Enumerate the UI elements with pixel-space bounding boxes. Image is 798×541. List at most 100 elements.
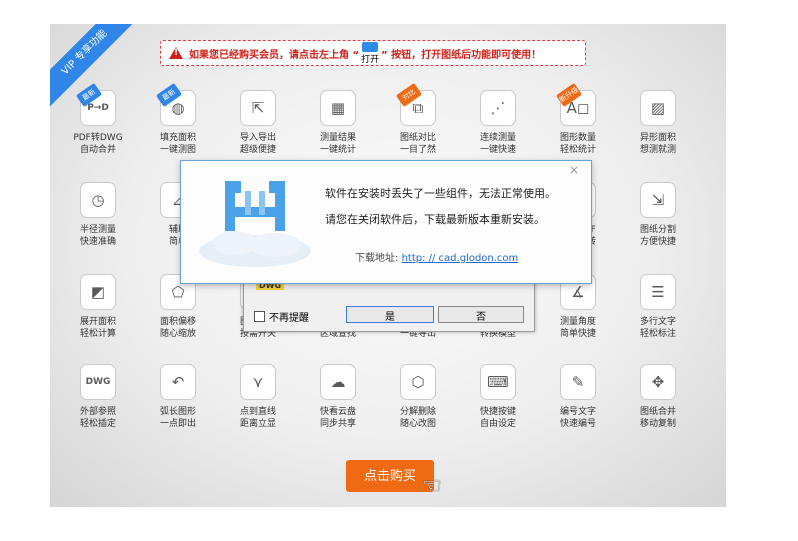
yes-button[interactable]: 是 — [346, 306, 434, 323]
feature-label-line2: 方便快捷 — [639, 237, 676, 247]
feature-label-line2: 随心缩放 — [159, 329, 196, 339]
explode-delete-icon[interactable]: ⬡ — [400, 364, 436, 400]
feature-label: 展开面积 轻松计算 — [58, 316, 138, 340]
feature-fill-area[interactable]: ◍ 最新 填充面积 一键测图 — [138, 82, 218, 156]
feature-label-line1: 异形面积 — [639, 133, 676, 143]
feature-measure-result[interactable]: ▦ 测量结果 一键统计 — [298, 90, 378, 156]
feature-irregular-area[interactable]: ▨ 异形面积 想测就测 — [618, 90, 698, 156]
no-button[interactable]: 否 — [438, 306, 524, 323]
fill-area-icon[interactable]: ◍ 最新 — [155, 82, 196, 126]
feature-label-line1: 快捷按键 — [479, 407, 516, 417]
notice-text-before: 如果您已经购买会员，请点击左上角 “ — [189, 49, 360, 61]
feature-label-line1: PDF转DWG — [73, 133, 123, 143]
continuous-measure-icon[interactable]: ⋰ — [480, 90, 516, 126]
feature-label: 测量角度 简单快捷 — [538, 316, 618, 340]
feature-label: 编号文字 快速编号 — [538, 406, 618, 430]
feature-shortcut-key[interactable]: ⌨ 快捷按键自由设定 — [458, 364, 538, 430]
feature-label-line2: 快速准确 — [79, 237, 116, 247]
feature-label-line2: 一目了然 — [399, 145, 436, 155]
feature-label-line1: 展开面积 — [79, 317, 116, 327]
irregular-area-icon[interactable]: ▨ — [640, 90, 676, 126]
feature-label: 快看云盘 同步共享 — [298, 406, 378, 430]
feature-label-line2: 一键测图 — [159, 145, 196, 155]
feature-cloud-view[interactable]: ☁ 快看云盘 同步共享 — [298, 364, 378, 430]
feature-label-line1: 多行文字 — [639, 317, 676, 327]
feature-label: PDF转DWG 自动合并 — [58, 132, 138, 156]
feature-shape-count[interactable]: A◻ 新升级图形数量 轻松统计 — [538, 82, 618, 156]
feature-label-line1: 分解删除 — [399, 407, 436, 417]
buy-button[interactable]: 点击购买 — [346, 460, 434, 492]
icon-glyph: ☁ — [330, 373, 346, 391]
merge-drawing-icon[interactable]: ✥ — [640, 364, 676, 400]
icon-glyph: ☰ — [651, 283, 665, 301]
download-link[interactable]: http: // cad.glodon.com — [402, 253, 519, 264]
radius-measure-icon[interactable]: ◷ — [80, 182, 116, 218]
icon-glyph: ↶ — [171, 373, 185, 391]
feature-pdf-to-dwg[interactable]: P→D 最新 PDF转DWG 自动合并 — [58, 82, 138, 156]
feature-split-drawing[interactable]: ⇲ 图纸分割 方便快捷 — [618, 182, 698, 248]
import-export-icon[interactable]: ⇱ — [240, 90, 276, 126]
split-drawing-icon[interactable]: ⇲ — [640, 182, 676, 218]
feature-unfold-area[interactable]: ◩ 展开面积 轻松计算 — [58, 274, 138, 340]
shortcut-key-icon[interactable]: ⌨ — [480, 364, 516, 400]
feature-label-line1: 图纸对比 — [399, 133, 436, 143]
warning-icon — [169, 47, 183, 59]
feature-number-text[interactable]: ✎ 编号文字 快速编号 — [538, 364, 618, 430]
external-ref-icon[interactable]: DWG — [80, 364, 116, 400]
checkbox-box[interactable] — [254, 311, 265, 322]
feature-explode-delete[interactable]: ⬡ 分解删除随心改图 — [378, 364, 458, 430]
feature-import-export[interactable]: ⇱ 导入导出 超级便捷 — [218, 90, 298, 156]
feature-label-line1: 图形数量 — [559, 133, 596, 143]
pdf-to-dwg-icon[interactable]: P→D 最新 — [75, 82, 116, 126]
unfold-area-icon[interactable]: ◩ — [80, 274, 116, 310]
drawing-compare-icon[interactable]: ⧉ 对比 — [395, 82, 436, 126]
feature-label-line2: 轻松插定 — [79, 419, 116, 429]
feature-label-line2: 随心改图 — [399, 419, 436, 429]
feature-label-line2: 自动合并 — [79, 145, 116, 155]
point-to-line-icon[interactable]: ⋎ — [240, 364, 276, 400]
feature-external-ref[interactable]: DWG 外部参照 轻松插定 — [58, 364, 138, 430]
arc-shape-icon[interactable]: ↶ — [160, 364, 196, 400]
feature-merge-drawing[interactable]: ✥ 图纸合并 移动复制 — [618, 364, 698, 430]
cloud-view-icon[interactable]: ☁ — [320, 364, 356, 400]
close-icon[interactable]: × — [569, 163, 579, 177]
glodon-logo-icon — [199, 181, 311, 267]
hand-cursor-icon: ☜ — [422, 474, 442, 499]
feature-label-line2: 自由设定 — [479, 419, 516, 429]
feature-label: 外部参照 轻松插定 — [58, 406, 138, 430]
feature-label-line2: 轻松标注 — [639, 329, 676, 339]
dont-remind-checkbox[interactable]: 不再提醒 — [254, 309, 309, 324]
feature-label-line2: 一键快速 — [479, 145, 516, 155]
feature-label: 弧长图形 一点即出 — [138, 406, 218, 430]
feature-label-line1: 连续测量 — [479, 133, 516, 143]
feature-multiline-text[interactable]: ☰ 多行文字轻松标注 — [618, 274, 698, 340]
feature-label: 快捷按键 自由设定 — [458, 406, 538, 430]
feature-radius-measure[interactable]: ◷ 半径测量 快速准确 — [58, 182, 138, 248]
download-row: 下载地址: http: // cad.glodon.com — [355, 249, 518, 264]
multiline-text-icon[interactable]: ☰ — [640, 274, 676, 310]
measure-result-icon[interactable]: ▦ — [320, 90, 356, 126]
feature-continuous-measure[interactable]: ⋰ 连续测量一键快速 — [458, 90, 538, 156]
shape-count-icon[interactable]: A◻ 新升级 — [555, 82, 596, 126]
dont-remind-label: 不再提醒 — [269, 313, 309, 324]
icon-glyph: ◍ — [171, 99, 185, 117]
icon-glyph: ◩ — [90, 283, 106, 301]
feature-label: 点到直线 距离立显 — [218, 406, 298, 430]
number-text-icon[interactable]: ✎ — [560, 364, 596, 400]
icon-glyph: ✎ — [571, 373, 585, 391]
icon-glyph: ▨ — [650, 99, 666, 117]
icon-glyph: ✥ — [651, 373, 665, 391]
feature-label: 异形面积 想测就测 — [618, 132, 698, 156]
feature-label: 图形数量 轻松统计 — [538, 132, 618, 156]
feature-arc-shape[interactable]: ↶ 弧长图形 一点即出 — [138, 364, 218, 430]
open-label: 打开 — [361, 54, 380, 65]
feature-label: 半径测量 快速准确 — [58, 224, 138, 248]
icon-glyph: ∡ — [571, 283, 585, 301]
error-dialog: × 软件在安装时丢失了一些组件，无法正常使用。 请您在关闭软件后，下载最新版本重… — [180, 160, 592, 284]
feature-point-to-line[interactable]: ⋎ 点到直线 距离立显 — [218, 364, 298, 430]
open-folder-icon: 打开 — [361, 41, 380, 65]
feature-drawing-compare[interactable]: ⧉ 对比图纸对比一目了然 — [378, 82, 458, 156]
feature-label-line2: 距离立显 — [239, 419, 276, 429]
notice-bar: 如果您已经购买会员，请点击左上角 “ 打开 ” 按钮，打开图纸后功能即可使用！ — [160, 40, 586, 66]
feature-label-line1: 测量结果 — [319, 133, 356, 143]
